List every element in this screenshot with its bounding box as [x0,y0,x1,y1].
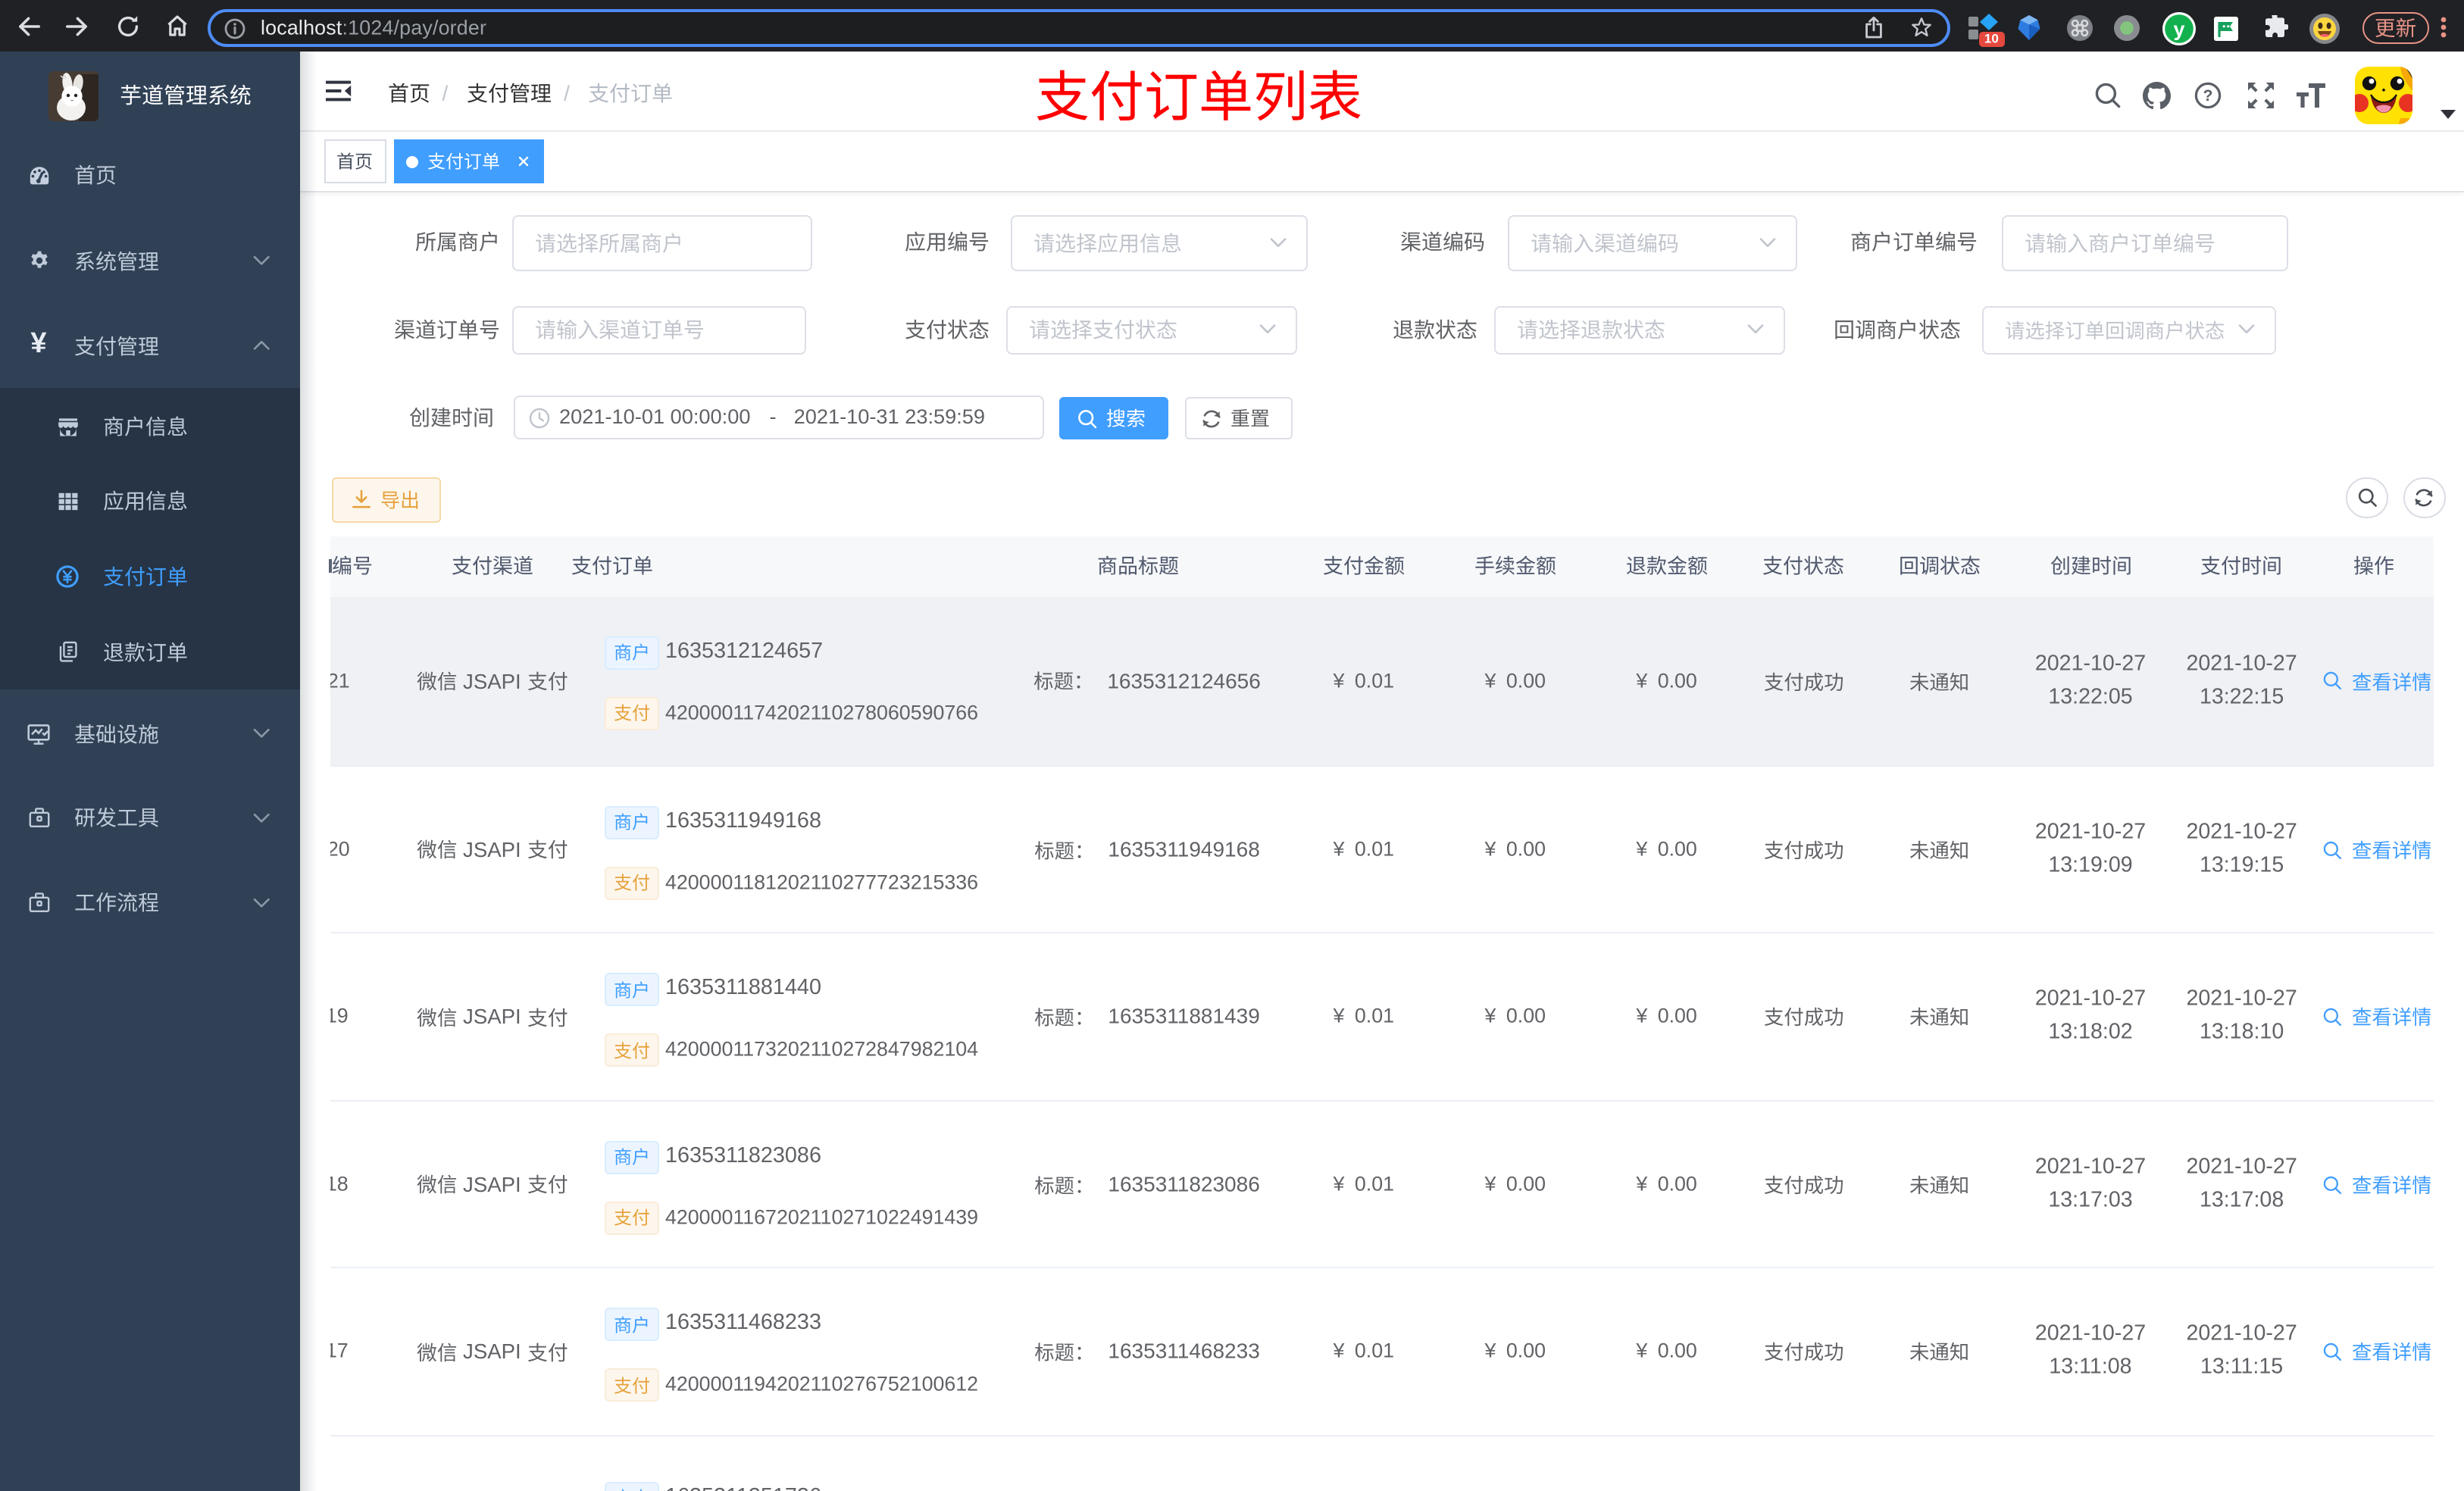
svg-text:?: ? [2203,87,2212,105]
svg-text:y: y [2173,17,2184,40]
